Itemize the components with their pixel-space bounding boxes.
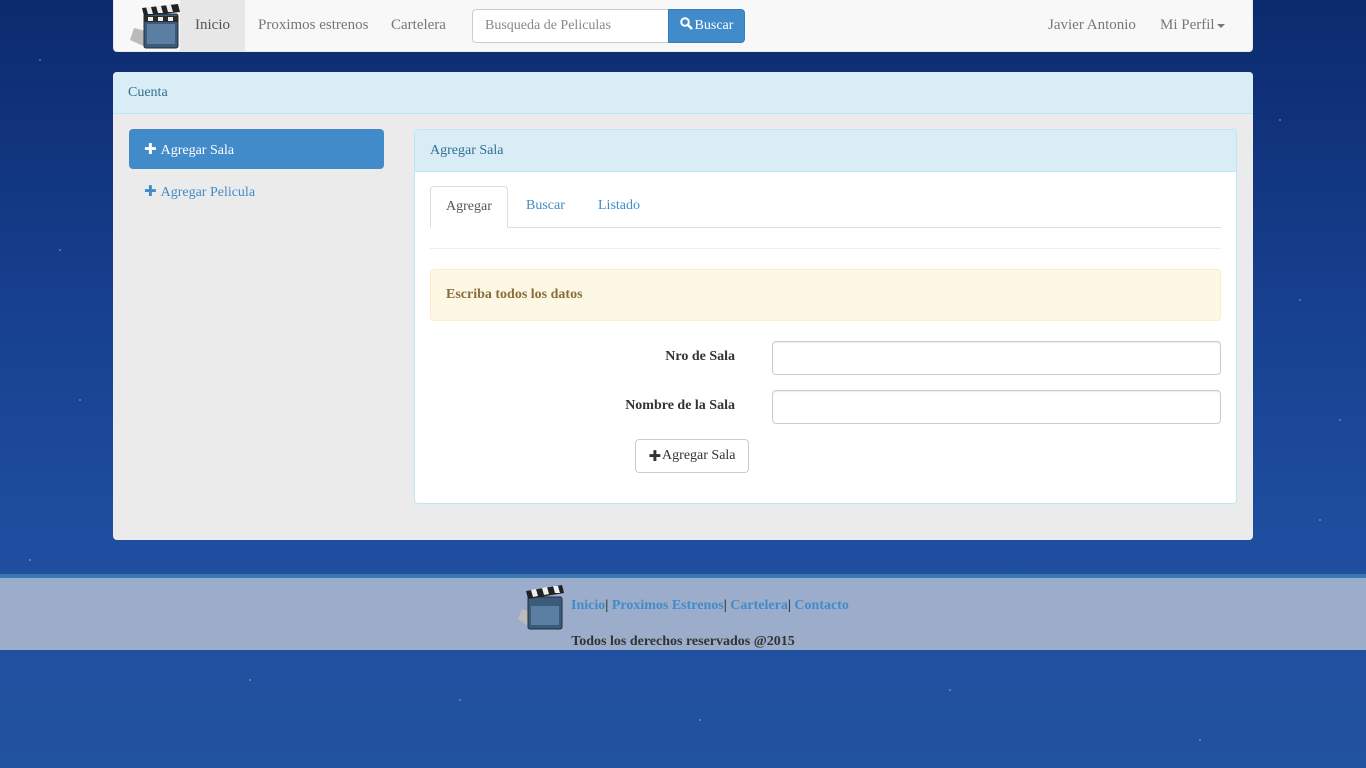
search-icon bbox=[679, 17, 693, 35]
nav-cartelera[interactable]: Cartelera bbox=[376, 0, 461, 51]
sidebar-item-agregar-pelicula[interactable]: ✚ Agregar Pelicula bbox=[129, 173, 384, 209]
agregar-sala-button[interactable]: ✚ Agregar Sala bbox=[635, 439, 749, 473]
agregar-sala-panel: Agregar Sala Agregar Buscar Listado Escr… bbox=[414, 129, 1237, 504]
account-panel: Cuenta ✚ Agregar Sala ✚ Agregar Pelicula A… bbox=[113, 72, 1253, 540]
tab-agregar[interactable]: Agregar bbox=[430, 186, 508, 228]
nro-sala-input[interactable] bbox=[772, 341, 1221, 375]
search-button[interactable]: Buscar bbox=[668, 9, 745, 43]
plus-icon: ✚ bbox=[648, 447, 662, 465]
tab-bar: Agregar Buscar Listado bbox=[430, 186, 1221, 228]
search-button-label: Buscar bbox=[694, 18, 734, 33]
clapperboard-icon bbox=[518, 583, 568, 631]
nombre-sala-input[interactable] bbox=[772, 390, 1221, 424]
tab-buscar[interactable]: Buscar bbox=[511, 186, 580, 228]
warning-alert: Escriba todos los datos bbox=[430, 269, 1221, 321]
footer-link-proximos-estrenos[interactable]: Proximos Estrenos bbox=[612, 598, 724, 613]
search-input[interactable] bbox=[472, 9, 669, 43]
plus-icon: ✚ bbox=[144, 140, 157, 158]
divider bbox=[430, 248, 1221, 249]
sidebar-item-label: Agregar Pelicula bbox=[160, 185, 256, 200]
footer: Inicio| Proximos Estrenos| Cartelera| Co… bbox=[0, 574, 1366, 650]
sidebar-item-label: Agregar Sala bbox=[160, 143, 235, 158]
footer-link-inicio[interactable]: Inicio bbox=[571, 598, 605, 613]
profile-label: Mi Perfil bbox=[1160, 17, 1215, 33]
nav-inicio[interactable]: Inicio bbox=[180, 0, 245, 51]
copyright-text: Todos los derechos reservados @2015 bbox=[571, 634, 795, 649]
sidebar-item-agregar-sala[interactable]: ✚ Agregar Sala bbox=[129, 129, 384, 169]
footer-links: Inicio| Proximos Estrenos| Cartelera| Co… bbox=[571, 598, 849, 613]
tab-listado[interactable]: Listado bbox=[583, 186, 655, 228]
top-navbar: Inicio Proximos estrenos Cartelera Busca… bbox=[113, 0, 1253, 52]
nombre-sala-label: Nombre de la Sala bbox=[625, 398, 735, 413]
caret-down-icon bbox=[1216, 23, 1225, 28]
agregar-sala-button-label: Agregar Sala bbox=[662, 448, 736, 463]
nro-sala-label: Nro de Sala bbox=[665, 349, 735, 364]
inner-panel-title: Agregar Sala bbox=[415, 130, 1236, 172]
profile-dropdown[interactable]: Mi Perfil bbox=[1145, 0, 1240, 51]
user-name[interactable]: Javier Antonio bbox=[1033, 0, 1151, 51]
panel-title: Cuenta bbox=[113, 72, 1253, 114]
footer-link-contacto[interactable]: Contacto bbox=[794, 598, 848, 613]
nav-proximos-estrenos[interactable]: Proximos estrenos bbox=[243, 0, 383, 51]
plus-icon: ✚ bbox=[144, 182, 157, 200]
footer-link-cartelera[interactable]: Cartelera bbox=[730, 598, 788, 613]
